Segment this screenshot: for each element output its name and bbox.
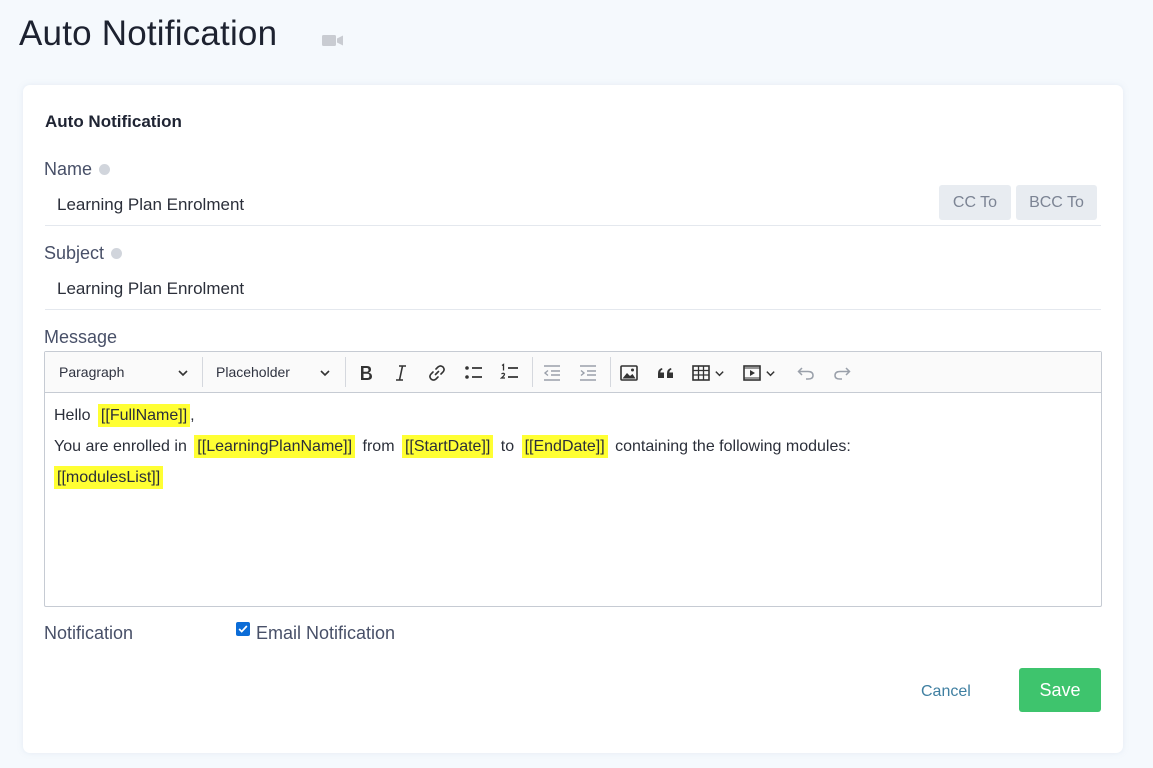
subject-label: Subject [44, 243, 123, 264]
info-icon[interactable] [111, 247, 123, 259]
name-value[interactable]: Learning Plan Enrolment [57, 195, 244, 215]
blockquote-icon [658, 368, 673, 378]
toolbar-divider [610, 357, 611, 387]
placeholder-learning-plan: [[LearningPlanName]] [194, 435, 356, 458]
redo-button[interactable] [829, 360, 855, 386]
media-icon [743, 365, 761, 381]
notification-label: Notification [44, 623, 134, 643]
outdent-icon [543, 365, 560, 381]
subject-field[interactable]: Learning Plan Enrolment [45, 269, 1101, 310]
subject-label-text: Subject [44, 243, 105, 263]
email-notification-label[interactable]: Email Notification [256, 623, 395, 644]
name-field[interactable]: Learning Plan Enrolment CC To BCC To [45, 185, 1101, 226]
numbered-list-icon [500, 363, 518, 379]
bulleted-list-icon [465, 366, 482, 379]
chevron-down-icon [320, 370, 330, 377]
bold-icon [361, 366, 372, 380]
message-editor[interactable]: Paragraph Placeholder Hello [[FullName]]… [44, 351, 1102, 607]
editor-content[interactable]: Hello [[FullName]], You are enrolled in … [54, 400, 1091, 493]
bold-button[interactable] [353, 360, 379, 386]
message-label: Message [44, 327, 118, 347]
enrolled-text: You are enrolled in [54, 438, 187, 455]
save-button[interactable]: Save [1019, 668, 1101, 712]
placeholder-fullname: [[FullName]] [97, 404, 191, 427]
chevron-down-icon [766, 370, 775, 376]
placeholder-select-label: Placeholder [216, 364, 290, 380]
placeholder-end-date: [[EndDate]] [521, 435, 608, 458]
undo-icon [797, 367, 814, 380]
placeholder-start-date: [[StartDate]] [401, 435, 494, 458]
italic-icon [396, 365, 406, 381]
from-text: from [362, 438, 395, 455]
table-icon [692, 365, 710, 381]
blockquote-button[interactable] [653, 360, 679, 386]
notification-card: Auto Notification Name Learning Plan Enr… [23, 85, 1123, 753]
video-camera-icon [322, 35, 343, 46]
message-line-modules: [[modulesList]] [54, 462, 1091, 493]
link-button[interactable] [424, 360, 450, 386]
checkmark-icon [238, 625, 248, 633]
paragraph-format-select[interactable]: Paragraph [59, 352, 189, 392]
undo-button[interactable] [793, 360, 819, 386]
message-line-enrolled: You are enrolled in [[LearningPlanName]]… [54, 431, 1091, 462]
indent-button[interactable] [575, 360, 601, 386]
chevron-down-icon [178, 370, 188, 377]
paragraph-format-label: Paragraph [59, 364, 125, 380]
placeholder-modules-list: [[modulesList]] [54, 466, 164, 489]
bcc-to-button[interactable]: BCC To [1016, 185, 1097, 220]
bulleted-list-button[interactable] [461, 360, 487, 386]
to-text: to [500, 438, 515, 455]
following-text: containing the following modules: [615, 438, 851, 455]
greeting-text: Hello [54, 407, 91, 424]
toolbar-divider [532, 357, 533, 387]
page-title: Auto Notification [19, 14, 278, 53]
info-icon[interactable] [99, 163, 111, 175]
placeholder-select[interactable]: Placeholder [216, 352, 331, 392]
image-button[interactable] [616, 360, 642, 386]
chevron-down-icon [715, 370, 724, 376]
email-notification-checkbox[interactable] [236, 622, 250, 636]
media-button[interactable] [739, 360, 779, 386]
table-button[interactable] [688, 360, 728, 386]
italic-button[interactable] [388, 360, 414, 386]
greeting-comma: , [190, 407, 195, 424]
toolbar-divider [345, 357, 346, 387]
cancel-button[interactable]: Cancel [921, 681, 971, 703]
numbered-list-button[interactable] [497, 360, 523, 386]
name-label: Name [44, 159, 111, 180]
outdent-button[interactable] [539, 360, 565, 386]
subject-value[interactable]: Learning Plan Enrolment [57, 279, 244, 299]
redo-icon [834, 367, 851, 380]
section-title: Auto Notification [45, 112, 182, 131]
cc-to-button[interactable]: CC To [939, 185, 1011, 220]
name-label-text: Name [44, 159, 93, 179]
image-icon [620, 365, 638, 381]
editor-toolbar: Paragraph Placeholder [45, 352, 1101, 393]
link-icon [429, 365, 445, 381]
indent-icon [580, 365, 596, 381]
message-line-greeting: Hello [[FullName]], [54, 400, 1091, 431]
toolbar-divider [202, 357, 203, 387]
